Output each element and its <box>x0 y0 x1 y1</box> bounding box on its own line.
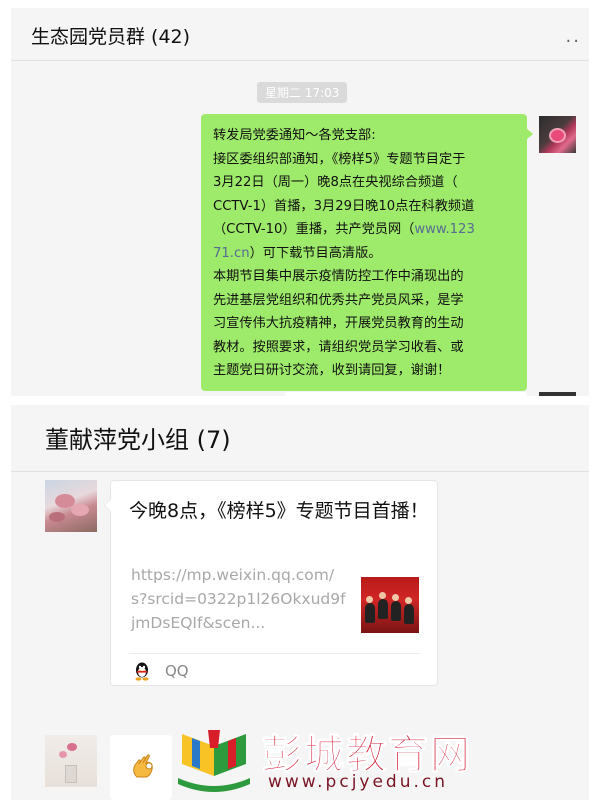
thumbnail-face <box>379 592 386 599</box>
sent-message-bubble[interactable]: 转发局党委通知～各党支部: 接区委组织部通知，《榜样5》专题节目定于 3月22日… <box>201 114 533 391</box>
sender-avatar[interactable] <box>539 116 576 153</box>
shared-link-card[interactable]: 今晚8点，《榜样5》专题节目首播！ https://mp.weixin.qq.c… <box>104 480 438 686</box>
chat-header: 生态园党员群 (42) .. <box>11 8 589 61</box>
card-source-label: QQ <box>165 662 189 680</box>
message-line: CCTV-1）首播，3月29日晚10点在科教频道 <box>213 198 475 214</box>
blossom-shape <box>67 743 77 751</box>
message-timestamp: 星期二 17:03 <box>257 82 348 103</box>
message-line: 转发局党委通知～各党支部: <box>213 128 376 143</box>
message-line: 3月22日（周一）晚8点在央视综合频道（ <box>213 175 458 190</box>
next-message-bubble <box>285 392 527 396</box>
message-line: 接区委组织部通知，《榜样5》专题节目定于 <box>213 151 466 167</box>
thumbnail-figure <box>378 599 388 619</box>
member-avatar[interactable] <box>45 480 97 532</box>
message-text: ）可下载节目高清版。 <box>249 245 382 261</box>
blossom-shape <box>71 504 89 516</box>
thumbnail-figure <box>365 603 375 623</box>
website-link-continued[interactable]: 71.cn <box>213 246 250 261</box>
thumbnail-figure <box>391 601 401 621</box>
message-line: （CCTV-10）重播，共产党员网（www.123 <box>213 218 517 242</box>
card-url: https://mp.weixin.qq.com/s?srcid=0322p1l… <box>131 566 346 632</box>
message-line: 71.cn）可下载节目高清版。 <box>213 242 517 266</box>
thumbnail-figure <box>404 604 414 624</box>
ok-hand-icon <box>133 754 153 778</box>
message-line: 本期节目集中展示疫情防控工作中涌现出的 <box>213 269 464 284</box>
more-options-button[interactable]: .. <box>566 26 581 47</box>
vase-shape <box>65 765 77 783</box>
flower-icon <box>551 130 564 141</box>
site-watermark: 彭城教育网 www.pcjyedu.cn <box>172 718 472 800</box>
website-link[interactable]: www.123 <box>414 222 475 237</box>
message-text: （CCTV-10）重播，共产党员网（ <box>213 222 415 237</box>
chat-title: 董献萍党小组 (7) <box>45 426 231 454</box>
chat-header: 董献萍党小组 (7) <box>11 405 589 472</box>
card-thumbnail <box>361 577 419 633</box>
watermark-url: www.pcjyedu.cn <box>268 772 449 792</box>
thumbnail-face <box>405 597 412 604</box>
message-line: 教材。按照要求，请组织党员学习收看、或 <box>213 339 464 355</box>
qq-penguin-icon <box>135 662 149 681</box>
thumbnail-face <box>392 594 399 601</box>
blossom-shape <box>49 512 65 522</box>
chat-title: 生态园党员群 (42) <box>31 26 191 48</box>
member-avatar[interactable] <box>45 735 97 787</box>
card-divider <box>129 653 421 654</box>
message-line: 习宣传伟大抗疫精神，开展党员教育的生动 <box>213 316 464 331</box>
thumbnail-face <box>366 596 373 603</box>
message-line: 先进基层党组织和优秀共产党员风采，是学 <box>213 292 464 308</box>
next-sender-avatar <box>539 392 576 396</box>
book-logo-icon <box>178 730 250 792</box>
card-title: 今晚8点，《榜样5》专题节目首播！ <box>129 500 429 522</box>
chat-window-ecopark-group: 生态园党员群 (42) .. 星期二 17:03 转发局党委通知～各党支部: 接… <box>11 8 589 396</box>
message-line: 主题党日研讨交流，收到请回复，谢谢！ <box>213 363 451 378</box>
blossom-shape <box>59 751 67 758</box>
